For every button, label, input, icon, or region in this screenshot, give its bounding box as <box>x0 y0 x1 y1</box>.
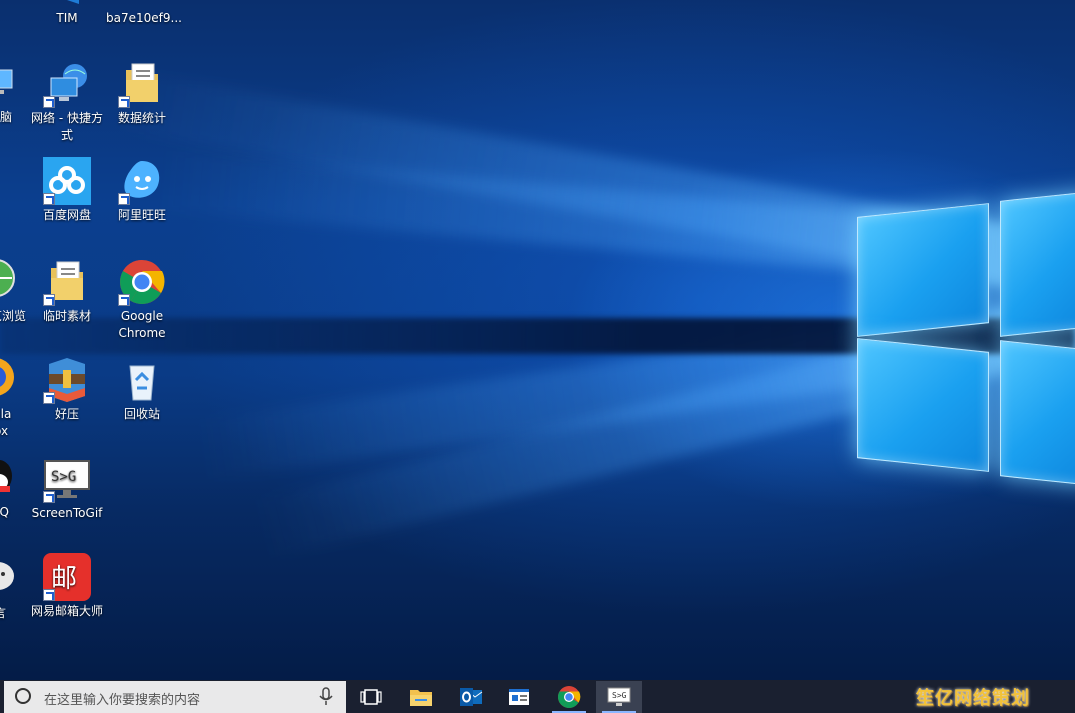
desktop-icon-network[interactable]: 网络 - 快捷方式 <box>31 60 103 144</box>
partial-computer-icon[interactable] <box>0 66 14 105</box>
partial-label-4: QQ <box>0 505 9 519</box>
desktop-icon-label: 回收站 <box>123 407 160 421</box>
screentogif-icon: S>G <box>43 455 91 503</box>
desktop-icon-tim[interactable]: TIM <box>31 0 103 27</box>
desktop-icon-label: 阿里旺旺 <box>117 208 166 222</box>
chrome-icon <box>118 258 166 306</box>
desktop-icon-label: ScreenToGif <box>31 506 103 520</box>
task-view-button[interactable] <box>348 681 394 713</box>
desktop-icon-data-stats[interactable]: 数据统计 <box>106 60 178 127</box>
desktop-icon-label: Google Chrome <box>118 309 166 340</box>
folder-icon <box>410 690 432 706</box>
chrome-icon <box>558 686 581 708</box>
desktop-icon-label: 网易邮箱大师 <box>31 604 104 618</box>
cortana-icon[interactable] <box>15 688 31 704</box>
desktop-icon-label: 数据统计 <box>117 111 166 125</box>
desktop-icon-ba7e10ef9[interactable]: ba7e10ef9... <box>106 0 182 27</box>
desktop-icon-netease-mail[interactable]: 邮 网易邮箱大师 <box>31 553 103 620</box>
window-app-icon <box>509 689 529 705</box>
desktop-icon-recycle-bin[interactable]: 回收站 <box>106 356 178 423</box>
search-box[interactable]: 在这里输入你要搜索的内容 <box>4 681 346 713</box>
watermark-text: 笙亿网络策划 <box>916 688 1030 709</box>
file-icon <box>118 0 166 8</box>
desktop-icon-aliwangwang[interactable]: 阿里旺旺 <box>106 157 178 224</box>
desktop-icon-label: TIM <box>56 11 78 25</box>
recycle-bin-icon <box>118 356 166 404</box>
svg-text:S>G: S>G <box>612 691 627 700</box>
partial-qq-icon[interactable] <box>0 456 14 503</box>
document-folder-icon <box>118 60 166 108</box>
file-explorer-button[interactable] <box>398 681 444 713</box>
desktop-icon-label: ba7e10ef9... <box>106 11 182 25</box>
partial-label-3: illa ox <box>0 407 12 438</box>
chrome-taskbar-button[interactable] <box>546 681 592 713</box>
desktop-icon-label: 临时素材 <box>42 309 91 323</box>
desktop-icon-label: 百度网盘 <box>42 208 91 222</box>
partial-wechat-icon[interactable] <box>0 556 16 599</box>
desktop-icon-temp-materials[interactable]: 临时素材 <box>31 258 103 325</box>
partial-label-5: 言 <box>0 606 7 620</box>
desktop-icon-haozip[interactable]: 好压 <box>31 356 103 423</box>
outlook-button[interactable] <box>448 681 494 713</box>
microphone-icon[interactable] <box>317 687 335 707</box>
aliwangwang-icon <box>118 157 166 205</box>
tim-icon <box>43 0 91 8</box>
partial-browser-icon[interactable] <box>0 256 16 303</box>
app-window-button[interactable] <box>496 681 542 713</box>
desktop-icon-google-chrome[interactable]: Google Chrome <box>106 258 178 342</box>
haozip-icon <box>43 356 91 404</box>
desktop-icon-baidu-netdisk[interactable]: 百度网盘 <box>31 157 103 224</box>
monitor-icon: S>G <box>607 687 631 706</box>
task-view-icon <box>360 689 382 705</box>
search-placeholder: 在这里输入你要搜索的内容 <box>44 693 201 708</box>
screentogif-taskbar-button[interactable]: S>G <box>596 681 642 713</box>
network-icon <box>43 60 91 108</box>
document-folder-icon <box>43 258 91 306</box>
partial-label-2: 览浏览 <box>0 309 27 323</box>
partial-firefox-icon[interactable] <box>0 354 16 403</box>
outlook-icon <box>460 688 483 706</box>
svg-text:S>G: S>G <box>51 469 76 485</box>
desktop-icon-label: 网络 - 快捷方式 <box>31 111 103 142</box>
partial-label-1: 脑 <box>0 110 13 124</box>
desktop-icon-label: 好压 <box>54 407 79 421</box>
netease-mail-icon: 邮 <box>43 553 91 601</box>
desktop-icon-screentogif[interactable]: S>G ScreenToGif <box>31 455 103 522</box>
baidu-netdisk-icon <box>43 157 91 205</box>
